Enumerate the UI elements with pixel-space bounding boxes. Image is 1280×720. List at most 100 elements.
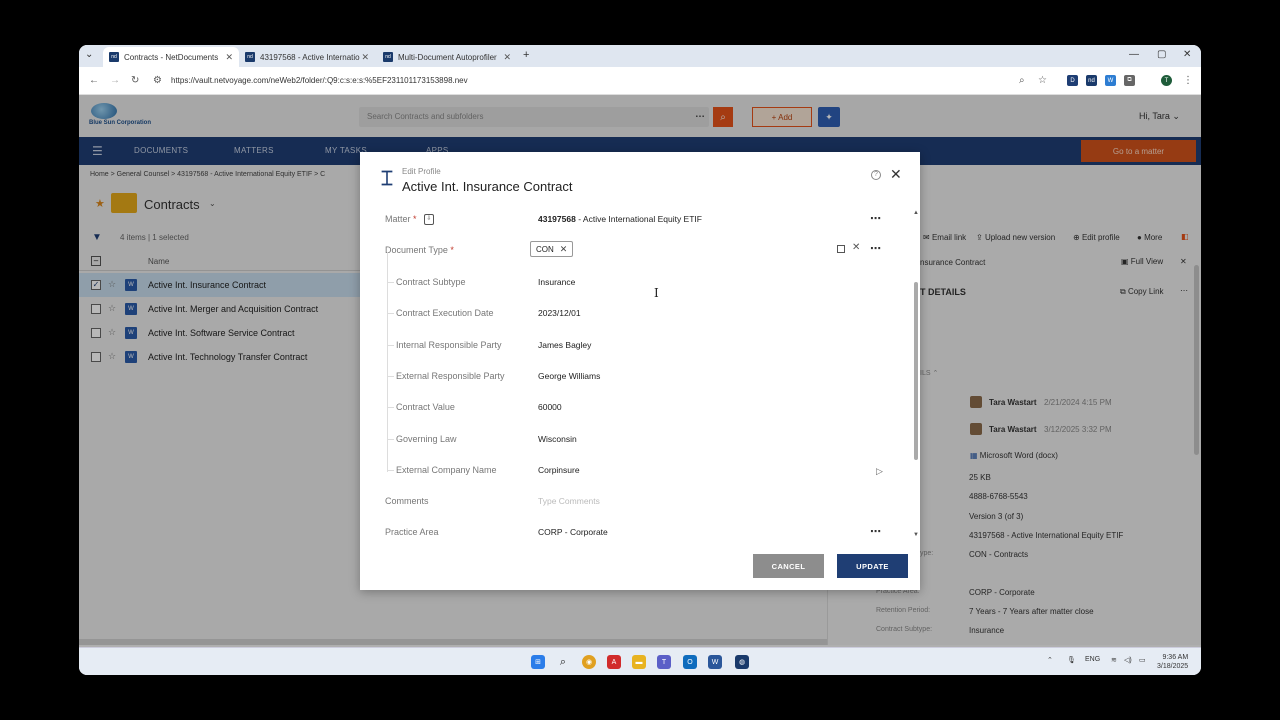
- doctype-chip-label: CON: [536, 244, 554, 254]
- edit-profile-dialog: ⌶ Edit Profile Active Int. Insurance Con…: [360, 152, 920, 590]
- update-button[interactable]: UPDATE: [837, 554, 908, 578]
- profile-avatar-icon[interactable]: T: [1161, 75, 1172, 86]
- browser-tabbar: ⌄ nd Contracts - NetDocuments ✕ nd 43197…: [79, 45, 1201, 67]
- browser-tab-3[interactable]: nd Multi-Document Autoprofiler ✕: [377, 47, 517, 67]
- clear-field-icon[interactable]: ✕: [852, 242, 860, 253]
- tree-tick: [387, 376, 394, 377]
- practice-area-field[interactable]: CORP - Corporate: [538, 527, 608, 537]
- matter-value[interactable]: 43197568 - Active International Equity E…: [538, 214, 702, 224]
- taskbar-search-icon[interactable]: ⌕: [556, 655, 570, 669]
- practice-area-label: Practice Area: [385, 527, 439, 537]
- internal-party-label: Internal Responsible Party: [396, 340, 502, 350]
- scroll-down-icon[interactable]: ▼: [913, 532, 919, 538]
- battery-icon[interactable]: ▭: [1139, 656, 1146, 664]
- browser-menu-icon[interactable]: ⋮: [1183, 75, 1193, 86]
- comments-input[interactable]: Type Comments: [538, 496, 600, 506]
- comments-label: Comments: [385, 496, 429, 506]
- help-icon[interactable]: ?: [871, 170, 881, 180]
- tab-label: 43197568 - Active International: [260, 52, 360, 62]
- clock-date: 3/18/2025: [1157, 663, 1189, 670]
- cancel-button[interactable]: CANCEL: [753, 554, 824, 578]
- teams-icon[interactable]: T: [657, 655, 671, 669]
- extension-d-icon[interactable]: D: [1067, 75, 1078, 86]
- maximize-icon[interactable]: ▢: [1157, 49, 1166, 60]
- minimize-icon[interactable]: —: [1129, 49, 1139, 60]
- matter-number: 43197568: [538, 214, 576, 224]
- contract-subtype-label: Contract Subtype: [396, 277, 466, 287]
- browser-tab-1[interactable]: nd Contracts - NetDocuments ✕: [103, 47, 239, 67]
- address-bar: ← → ↻ ⚙ https://vault.netvoyage.com/neWe…: [79, 67, 1201, 95]
- matter-more-icon[interactable]: ⋯: [870, 212, 882, 225]
- close-dialog-icon[interactable]: ✕: [890, 166, 902, 183]
- zoom-icon[interactable]: ⌕: [1019, 75, 1025, 86]
- back-icon[interactable]: ←: [89, 75, 99, 86]
- clock[interactable]: 9:36 AM 3/18/2025: [1157, 653, 1188, 671]
- execution-date-label: Contract Execution Date: [396, 308, 494, 318]
- word-icon[interactable]: W: [708, 655, 722, 669]
- outlook-icon[interactable]: O: [683, 655, 697, 669]
- forward-icon[interactable]: →: [110, 75, 120, 86]
- microphone-icon[interactable]: 🎙: [1067, 656, 1076, 664]
- reload-icon[interactable]: ↻: [131, 75, 139, 86]
- remove-chip-icon[interactable]: ✕: [560, 244, 568, 255]
- tab-label: Contracts - NetDocuments: [124, 52, 219, 62]
- external-party-field[interactable]: George Williams: [538, 371, 600, 381]
- tree-tick: [387, 313, 394, 314]
- dialog-subtitle: Edit Profile: [402, 167, 441, 176]
- execution-date-field[interactable]: 2023/12/01: [538, 308, 581, 318]
- screen: ⌄ nd Contracts - NetDocuments ✕ nd 43197…: [79, 45, 1201, 675]
- text-cursor-icon: I: [654, 286, 659, 300]
- chrome-icon[interactable]: ◉: [582, 655, 596, 669]
- practice-more-icon[interactable]: ⋯: [870, 525, 882, 538]
- windows-start-icon[interactable]: ⊞: [531, 655, 545, 669]
- acrobat-icon[interactable]: A: [607, 655, 621, 669]
- clock-time: 9:36 AM: [1162, 654, 1189, 661]
- netdocuments-favicon-icon: nd: [109, 52, 119, 62]
- taskbar: ⊞ ⌕ ◉ A ▬ T O W ◍ ⌃ 🎙 ENG ≋ ◁) ▭ 9:36 AM…: [79, 647, 1201, 675]
- file-explorer-icon[interactable]: ▬: [632, 655, 646, 669]
- governing-law-label: Governing Law: [396, 434, 457, 444]
- volume-icon[interactable]: ◁): [1124, 656, 1132, 664]
- company-name-field[interactable]: Corpinsure: [538, 465, 580, 475]
- close-tab-icon[interactable]: ✕: [361, 52, 369, 63]
- internal-party-field[interactable]: James Bagley: [538, 340, 591, 350]
- netdocuments-favicon-icon: nd: [245, 52, 255, 62]
- governing-law-field[interactable]: Wisconsin: [538, 434, 577, 444]
- lookup-icon[interactable]: ▷: [876, 466, 883, 477]
- url-field[interactable]: https://vault.netvoyage.com/neWeb2/folde…: [171, 76, 468, 85]
- matter-name: - Active International Equity ETIF: [575, 214, 702, 224]
- doctype-more-icon[interactable]: ⋯: [870, 242, 882, 255]
- doctype-label-text: Document Type: [385, 245, 448, 255]
- browser-tab-2[interactable]: nd 43197568 - Active International ✕: [239, 47, 375, 67]
- scroll-up-icon[interactable]: ▲: [913, 210, 919, 216]
- tree-tick: [387, 407, 394, 408]
- doctype-chip[interactable]: CON ✕: [530, 241, 574, 257]
- site-info-icon[interactable]: ⚙: [153, 75, 162, 86]
- netdocuments-app-icon[interactable]: ◍: [735, 655, 749, 669]
- matter-lookup-icon[interactable]: ⇩: [424, 214, 434, 225]
- tree-tick: [387, 439, 394, 440]
- language-indicator[interactable]: ENG: [1085, 656, 1100, 663]
- tree-tick: [387, 470, 394, 471]
- wifi-icon[interactable]: ≋: [1111, 656, 1117, 664]
- document-profile-icon: ⌶: [381, 168, 393, 190]
- tray-chevron-icon[interactable]: ⌃: [1047, 656, 1053, 664]
- dialog-scrollbar[interactable]: [914, 282, 918, 460]
- extension-nd-icon[interactable]: nd: [1086, 75, 1097, 86]
- external-party-label: External Responsible Party: [396, 371, 505, 381]
- copy-icon[interactable]: [837, 245, 845, 253]
- extension-blue-icon[interactable]: W: [1105, 75, 1116, 86]
- close-window-icon[interactable]: ✕: [1183, 49, 1191, 60]
- dialog-title: Active Int. Insurance Contract: [402, 179, 573, 194]
- doctype-label: Document Type *: [385, 245, 454, 255]
- tab-search-icon[interactable]: ⌄: [85, 49, 93, 60]
- contract-value-field[interactable]: 60000: [538, 402, 562, 412]
- required-asterisk: *: [413, 214, 417, 224]
- bookmark-star-icon[interactable]: ☆: [1038, 75, 1047, 86]
- contract-subtype-field[interactable]: Insurance: [538, 277, 575, 287]
- close-tab-icon[interactable]: ✕: [225, 52, 233, 63]
- extensions-puzzle-icon[interactable]: ⧉: [1124, 75, 1135, 86]
- close-tab-icon[interactable]: ✕: [503, 52, 511, 63]
- matter-label: Matter *: [385, 214, 417, 224]
- new-tab-icon[interactable]: +: [523, 49, 529, 61]
